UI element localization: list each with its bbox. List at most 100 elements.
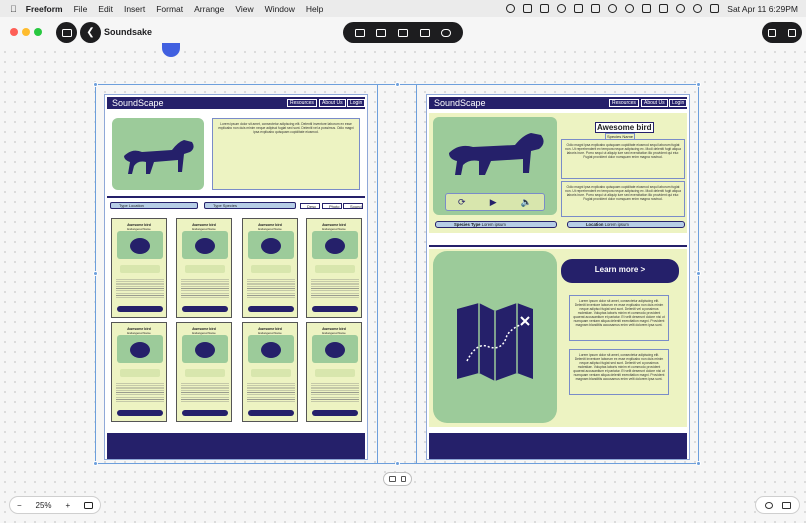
menu-file[interactable]: File [74, 4, 88, 14]
resize-handle[interactable] [93, 461, 98, 466]
group-icon[interactable] [389, 476, 396, 482]
board-title[interactable]: Soundsake [104, 27, 152, 37]
zoom-in-button[interactable]: + [65, 501, 70, 510]
bird-card[interactable]: Awesome bird Endangered Name [111, 218, 167, 318]
apple-menu-icon[interactable]:  [10, 4, 17, 14]
browse-page-frame[interactable]: SoundScape Resources About Us Login Lore… [104, 94, 368, 460]
species-type-tag[interactable]: Species Type Lorem ipsum [435, 221, 557, 228]
resize-handle[interactable] [696, 271, 701, 276]
info-paragraph-2[interactable]: Lorem ipsum dolor sit amet, consectetur … [569, 349, 669, 395]
globe-icon[interactable] [557, 4, 567, 13]
card-button[interactable] [248, 306, 294, 312]
zoom-out-button[interactable]: − [17, 501, 22, 510]
bird-card[interactable]: Awesome bird Endangered Name [242, 322, 298, 422]
dropbox-icon[interactable] [574, 4, 584, 13]
spotlight-search-icon[interactable] [693, 4, 703, 13]
nav-about[interactable]: About Us [319, 99, 346, 107]
bird-card[interactable]: Awesome bird Endangered Name [176, 322, 232, 422]
resize-handle[interactable] [93, 271, 98, 276]
nav-resources[interactable]: Resources [609, 99, 639, 107]
resize-handle[interactable] [93, 82, 98, 87]
bird-card[interactable]: Awesome bird Endangered Name [306, 218, 362, 318]
map-image[interactable] [433, 251, 557, 423]
species-filter[interactable]: Type Species [204, 202, 296, 209]
photo-checkbox[interactable]: Photo [322, 203, 342, 209]
play-circle-icon[interactable] [625, 4, 635, 13]
bird-card[interactable]: Awesome bird Endangered Name [176, 218, 232, 318]
group-lock-control[interactable] [383, 472, 412, 486]
control-center-icon[interactable] [710, 4, 720, 13]
zoom-window-button[interactable] [34, 28, 42, 36]
shapes-icon[interactable] [376, 28, 387, 37]
card-button[interactable] [248, 410, 294, 416]
resize-handle[interactable] [395, 82, 400, 87]
text-box-icon[interactable] [354, 28, 365, 37]
connector-icon[interactable] [765, 502, 773, 509]
close-window-button[interactable] [10, 28, 18, 36]
info-paragraph-1[interactable]: Lorem ipsum dolor sit amet, consectetur … [569, 295, 669, 341]
card-button[interactable] [312, 306, 358, 312]
nav-login[interactable]: Login [347, 99, 366, 107]
menu-view[interactable]: View [235, 4, 253, 14]
compose-icon[interactable] [788, 28, 796, 37]
card-button[interactable] [182, 306, 228, 312]
nav-login[interactable]: Login [669, 99, 688, 107]
replay-icon[interactable]: ⟳ [458, 197, 466, 208]
menu-edit[interactable]: Edit [98, 4, 113, 14]
resize-handle[interactable] [696, 82, 701, 87]
screen-mirror-icon[interactable] [642, 4, 652, 13]
nav-resources[interactable]: Resources [287, 99, 317, 107]
bluetooth-icon[interactable] [659, 4, 669, 13]
learn-more-button[interactable]: Learn more > [561, 259, 679, 283]
table-icon[interactable] [419, 28, 430, 37]
sticky-note-icon[interactable] [397, 28, 408, 37]
sound-checkbox[interactable]: Sound [343, 203, 363, 209]
site-logo[interactable]: SoundScape [434, 98, 486, 108]
audio-player[interactable] [120, 369, 160, 377]
bird-card[interactable]: Awesome bird Endangered Name [242, 218, 298, 318]
resize-handle[interactable] [395, 461, 400, 466]
app-status-icon[interactable] [523, 4, 533, 13]
card-button[interactable] [117, 306, 163, 312]
location-filter[interactable]: Type Location [110, 202, 198, 209]
menu-window[interactable]: Window [265, 4, 295, 14]
desc-checkbox[interactable]: Desc [300, 203, 320, 209]
card-button[interactable] [117, 410, 163, 416]
audio-player[interactable] [120, 265, 160, 273]
bird-card[interactable]: Awesome bird Endangered Name [111, 322, 167, 422]
wifi-icon[interactable] [676, 4, 686, 13]
bird-textbox-1[interactable]: Odio magni ipsa explicabo quisquam cupid… [561, 139, 685, 179]
menu-format[interactable]: Format [156, 4, 183, 14]
zoom-level[interactable]: 25% [36, 501, 52, 510]
resize-handle[interactable] [696, 461, 701, 466]
dog-image[interactable]: ⟳ ▶ 🔈 [433, 117, 557, 215]
sidebar-toggle-button[interactable] [56, 22, 77, 43]
back-button[interactable]: ❮ [80, 22, 101, 43]
fit-to-screen-icon[interactable] [84, 501, 94, 509]
audio-player[interactable] [251, 265, 291, 273]
minimize-window-button[interactable] [22, 28, 30, 36]
menu-insert[interactable]: Insert [124, 4, 145, 14]
bird-title[interactable]: Awesome bird [595, 122, 654, 133]
detail-page-frame[interactable]: SoundScape Resources About Us Login ⟳ ▶ … [426, 94, 690, 460]
location-tag[interactable]: Location Lorem ipsum [567, 221, 685, 228]
minimap-icon[interactable] [782, 502, 791, 509]
audio-player[interactable] [315, 265, 355, 273]
battery-charging-icon[interactable] [591, 4, 601, 13]
share-icon[interactable] [768, 28, 776, 37]
nav-about[interactable]: About Us [641, 99, 668, 107]
audio-player[interactable] [315, 369, 355, 377]
lock-icon[interactable] [401, 476, 406, 482]
volume-icon[interactable]: 🔈 [521, 197, 532, 208]
menu-arrange[interactable]: Arrange [194, 4, 224, 14]
user-icon[interactable] [608, 4, 618, 13]
hero-image[interactable] [112, 118, 204, 190]
card-button[interactable] [312, 410, 358, 416]
audio-player[interactable] [185, 265, 225, 273]
menu-app-name[interactable]: Freeform [26, 4, 63, 14]
card-button[interactable] [182, 410, 228, 416]
menu-help[interactable]: Help [306, 4, 323, 14]
audio-player[interactable] [251, 369, 291, 377]
bird-textbox-2[interactable]: Odio magni ipsa explicabo quisquam cupid… [561, 181, 685, 217]
bird-card[interactable]: Awesome bird Endangered Name [306, 322, 362, 422]
